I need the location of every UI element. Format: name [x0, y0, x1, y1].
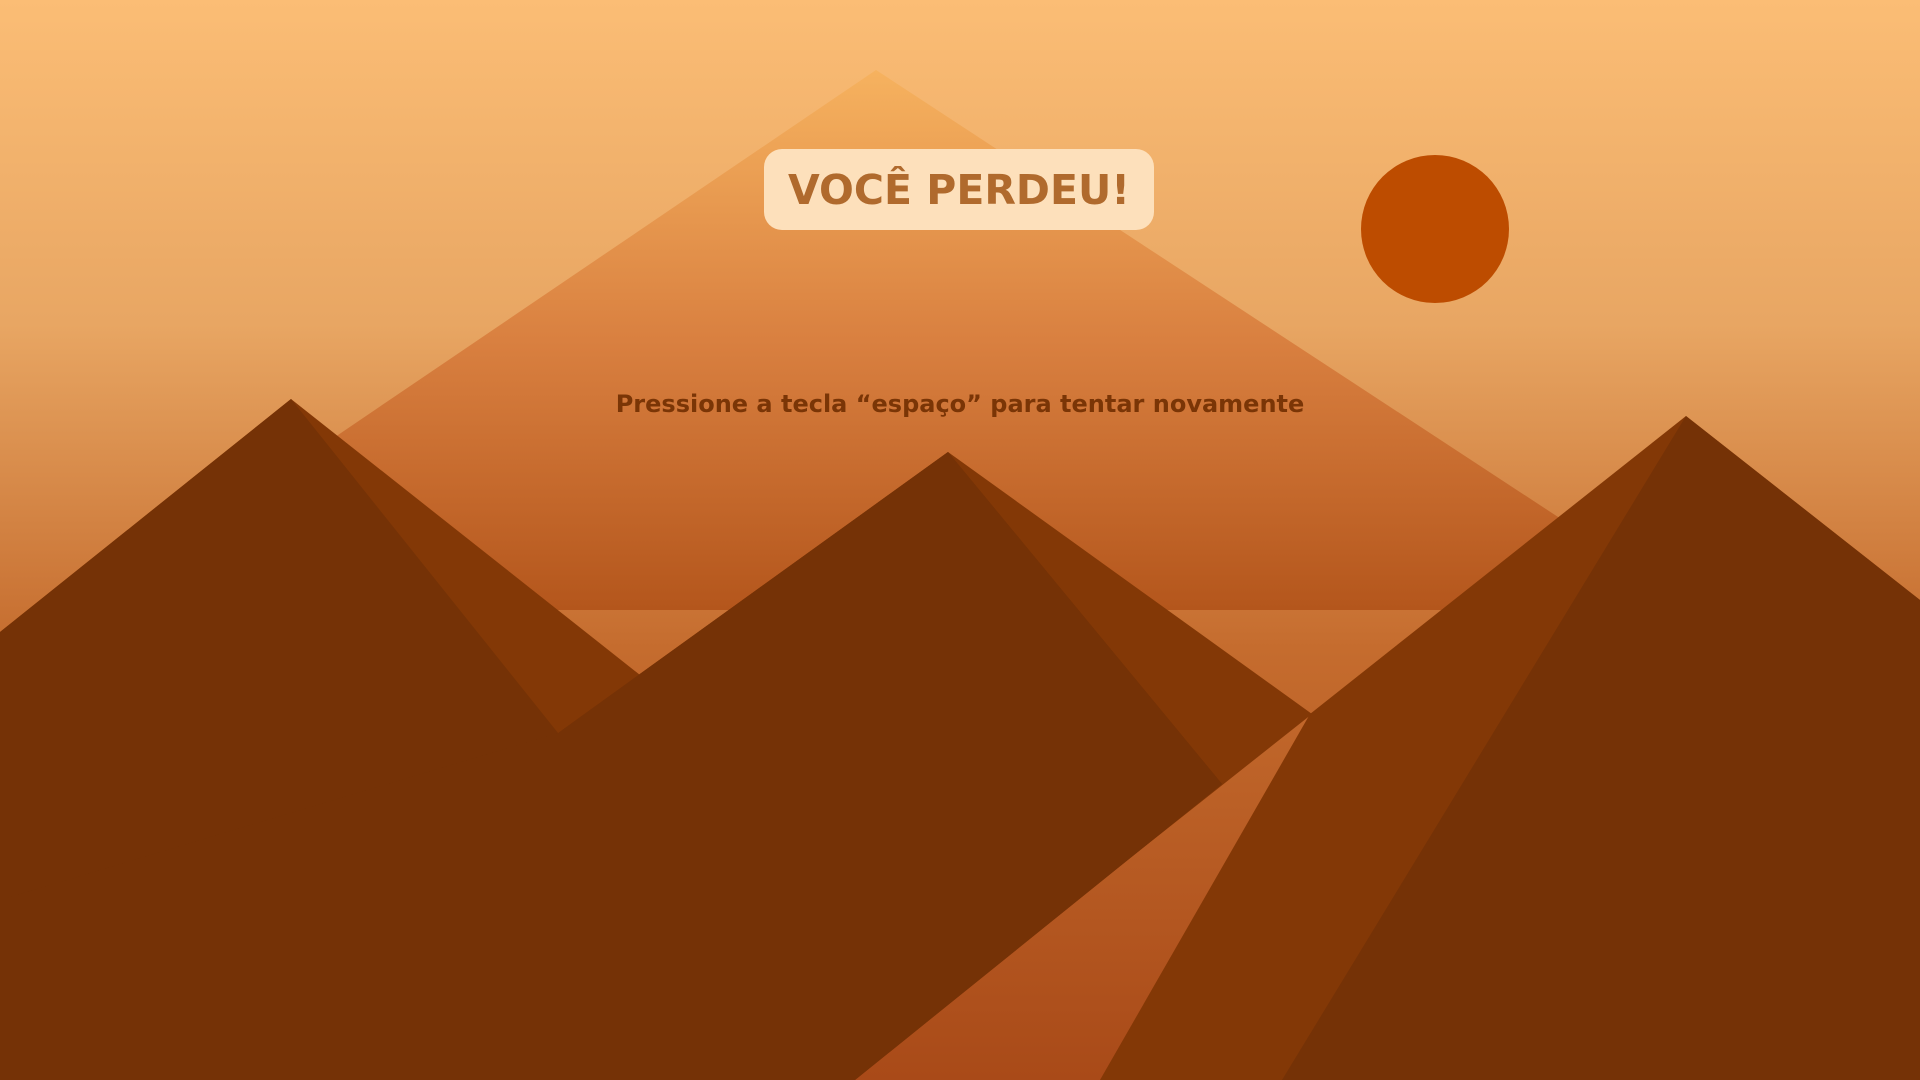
game-over-banner: VOCÊ PERDEU! [764, 149, 1154, 230]
game-screen[interactable]: VOCÊ PERDEU! Pressione a tecla “espaço” … [0, 0, 1920, 1080]
sun [1361, 155, 1509, 303]
restart-prompt: Pressione a tecla “espaço” para tentar n… [615, 390, 1305, 418]
game-over-title: VOCÊ PERDEU! [788, 165, 1130, 214]
